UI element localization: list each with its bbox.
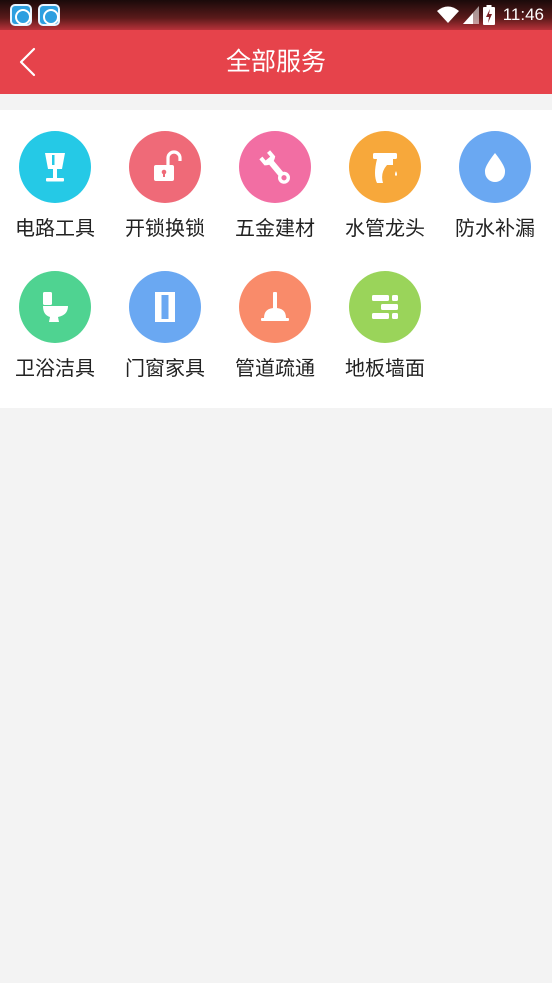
service-item-hardware[interactable]: 五金建材 — [220, 110, 330, 240]
service-label: 卫浴洁具 — [15, 356, 95, 380]
lamp-icon — [19, 131, 91, 203]
signal-icon — [462, 6, 479, 24]
header-bar: 全部服务 — [0, 30, 552, 94]
page-title: 全部服务 — [225, 47, 326, 76]
service-item-unlock[interactable]: 开锁换锁 — [110, 110, 220, 240]
wrench-icon — [239, 131, 311, 203]
water-drop-icon — [459, 131, 531, 203]
notification-app-icon — [38, 4, 60, 26]
clock: 11:46 — [502, 5, 544, 24]
service-item-waterproof[interactable]: 防水补漏 — [440, 110, 550, 240]
service-item-doors-furniture[interactable]: 门窗家具 — [110, 250, 220, 380]
status-bar: 11:46 — [0, 0, 552, 30]
service-label: 门窗家具 — [125, 356, 205, 380]
service-label: 电路工具 — [15, 216, 95, 240]
service-label: 水管龙头 — [345, 216, 425, 240]
service-item-pipe-unblocking[interactable]: 管道疏通 — [220, 250, 330, 380]
service-label: 地板墙面 — [345, 356, 425, 380]
floor-tiles-icon — [349, 271, 421, 343]
faucet-icon — [349, 131, 421, 203]
door-icon — [129, 271, 201, 343]
service-item-floor-wall[interactable]: 地板墙面 — [330, 250, 440, 380]
service-item-bathroom[interactable]: 卫浴洁具 — [0, 250, 110, 380]
wifi-icon — [436, 6, 459, 23]
service-item-faucet[interactable]: 水管龙头 — [330, 110, 440, 240]
service-label: 防水补漏 — [455, 216, 535, 240]
service-label: 管道疏通 — [235, 356, 315, 380]
service-label: 五金建材 — [235, 216, 315, 240]
service-label: 开锁换锁 — [125, 216, 205, 240]
notification-app-icon — [10, 4, 32, 26]
plunger-icon — [239, 271, 311, 343]
toilet-icon — [19, 271, 91, 343]
service-item-circuit-tools[interactable]: 电路工具 — [0, 110, 110, 240]
back-button[interactable] — [14, 46, 46, 78]
service-grid: 电路工具 开锁换锁 五金建材 水管龙头 防水补漏 卫浴洁具 门窗家具 管道疏通 … — [0, 110, 552, 408]
battery-charging-icon — [482, 5, 495, 25]
unlock-icon — [129, 131, 201, 203]
